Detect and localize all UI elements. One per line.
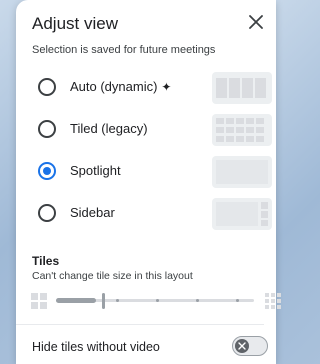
radio-auto[interactable]	[38, 78, 56, 96]
section-divider	[16, 324, 264, 325]
option-label-tiled: Tiled (legacy)	[70, 121, 148, 136]
radio-tiled[interactable]	[38, 120, 56, 138]
slider-tick	[156, 299, 159, 302]
layout-option-spotlight[interactable]: Spotlight	[16, 152, 272, 192]
preview-grid-4	[212, 72, 272, 104]
grid-dense-preview-icon	[216, 118, 264, 142]
option-label-spotlight: Spotlight	[70, 163, 121, 178]
layout-option-auto[interactable]: Auto (dynamic) ✦	[16, 68, 272, 108]
close-button[interactable]	[244, 10, 268, 34]
option-label-sidebar: Sidebar	[70, 205, 115, 220]
slider-tick	[116, 299, 119, 302]
sparkle-icon: ✦	[161, 80, 172, 94]
radio-spotlight[interactable]	[38, 162, 56, 180]
small-tiles-icon	[31, 293, 47, 309]
slider-tick	[236, 299, 239, 302]
slider-thumb[interactable]	[102, 293, 105, 309]
tiles-note: Can't change tile size in this layout	[32, 270, 193, 282]
dialog-title: Adjust view	[32, 14, 118, 33]
tiles-heading: Tiles	[32, 254, 60, 268]
layout-option-tiled[interactable]: Tiled (legacy)	[16, 110, 272, 150]
close-icon	[249, 15, 263, 29]
hide-tiles-label: Hide tiles without video	[32, 340, 160, 354]
sidebar-preview-icon	[216, 202, 268, 226]
preview-grid-dense	[212, 114, 272, 146]
tile-size-slider[interactable]	[30, 290, 281, 312]
large-tiles-icon	[265, 293, 281, 309]
grid-4-preview-icon	[216, 78, 266, 98]
preview-single	[212, 156, 272, 188]
adjust-view-dialog: Adjust view Selection is saved for futur…	[16, 0, 281, 364]
slider-fill	[56, 298, 96, 303]
hide-tiles-toggle[interactable]	[232, 336, 268, 356]
slider-tick	[196, 299, 199, 302]
close-icon	[238, 342, 246, 350]
option-label-auto: Auto (dynamic) ✦	[70, 79, 172, 94]
single-preview-icon	[216, 160, 268, 184]
dialog-subtitle: Selection is saved for future meetings	[32, 44, 216, 56]
toggle-knob	[235, 339, 249, 353]
radio-sidebar[interactable]	[38, 204, 56, 222]
slider-track	[56, 293, 254, 309]
preview-sidebar	[212, 198, 272, 230]
layout-option-sidebar[interactable]: Sidebar	[16, 194, 272, 234]
